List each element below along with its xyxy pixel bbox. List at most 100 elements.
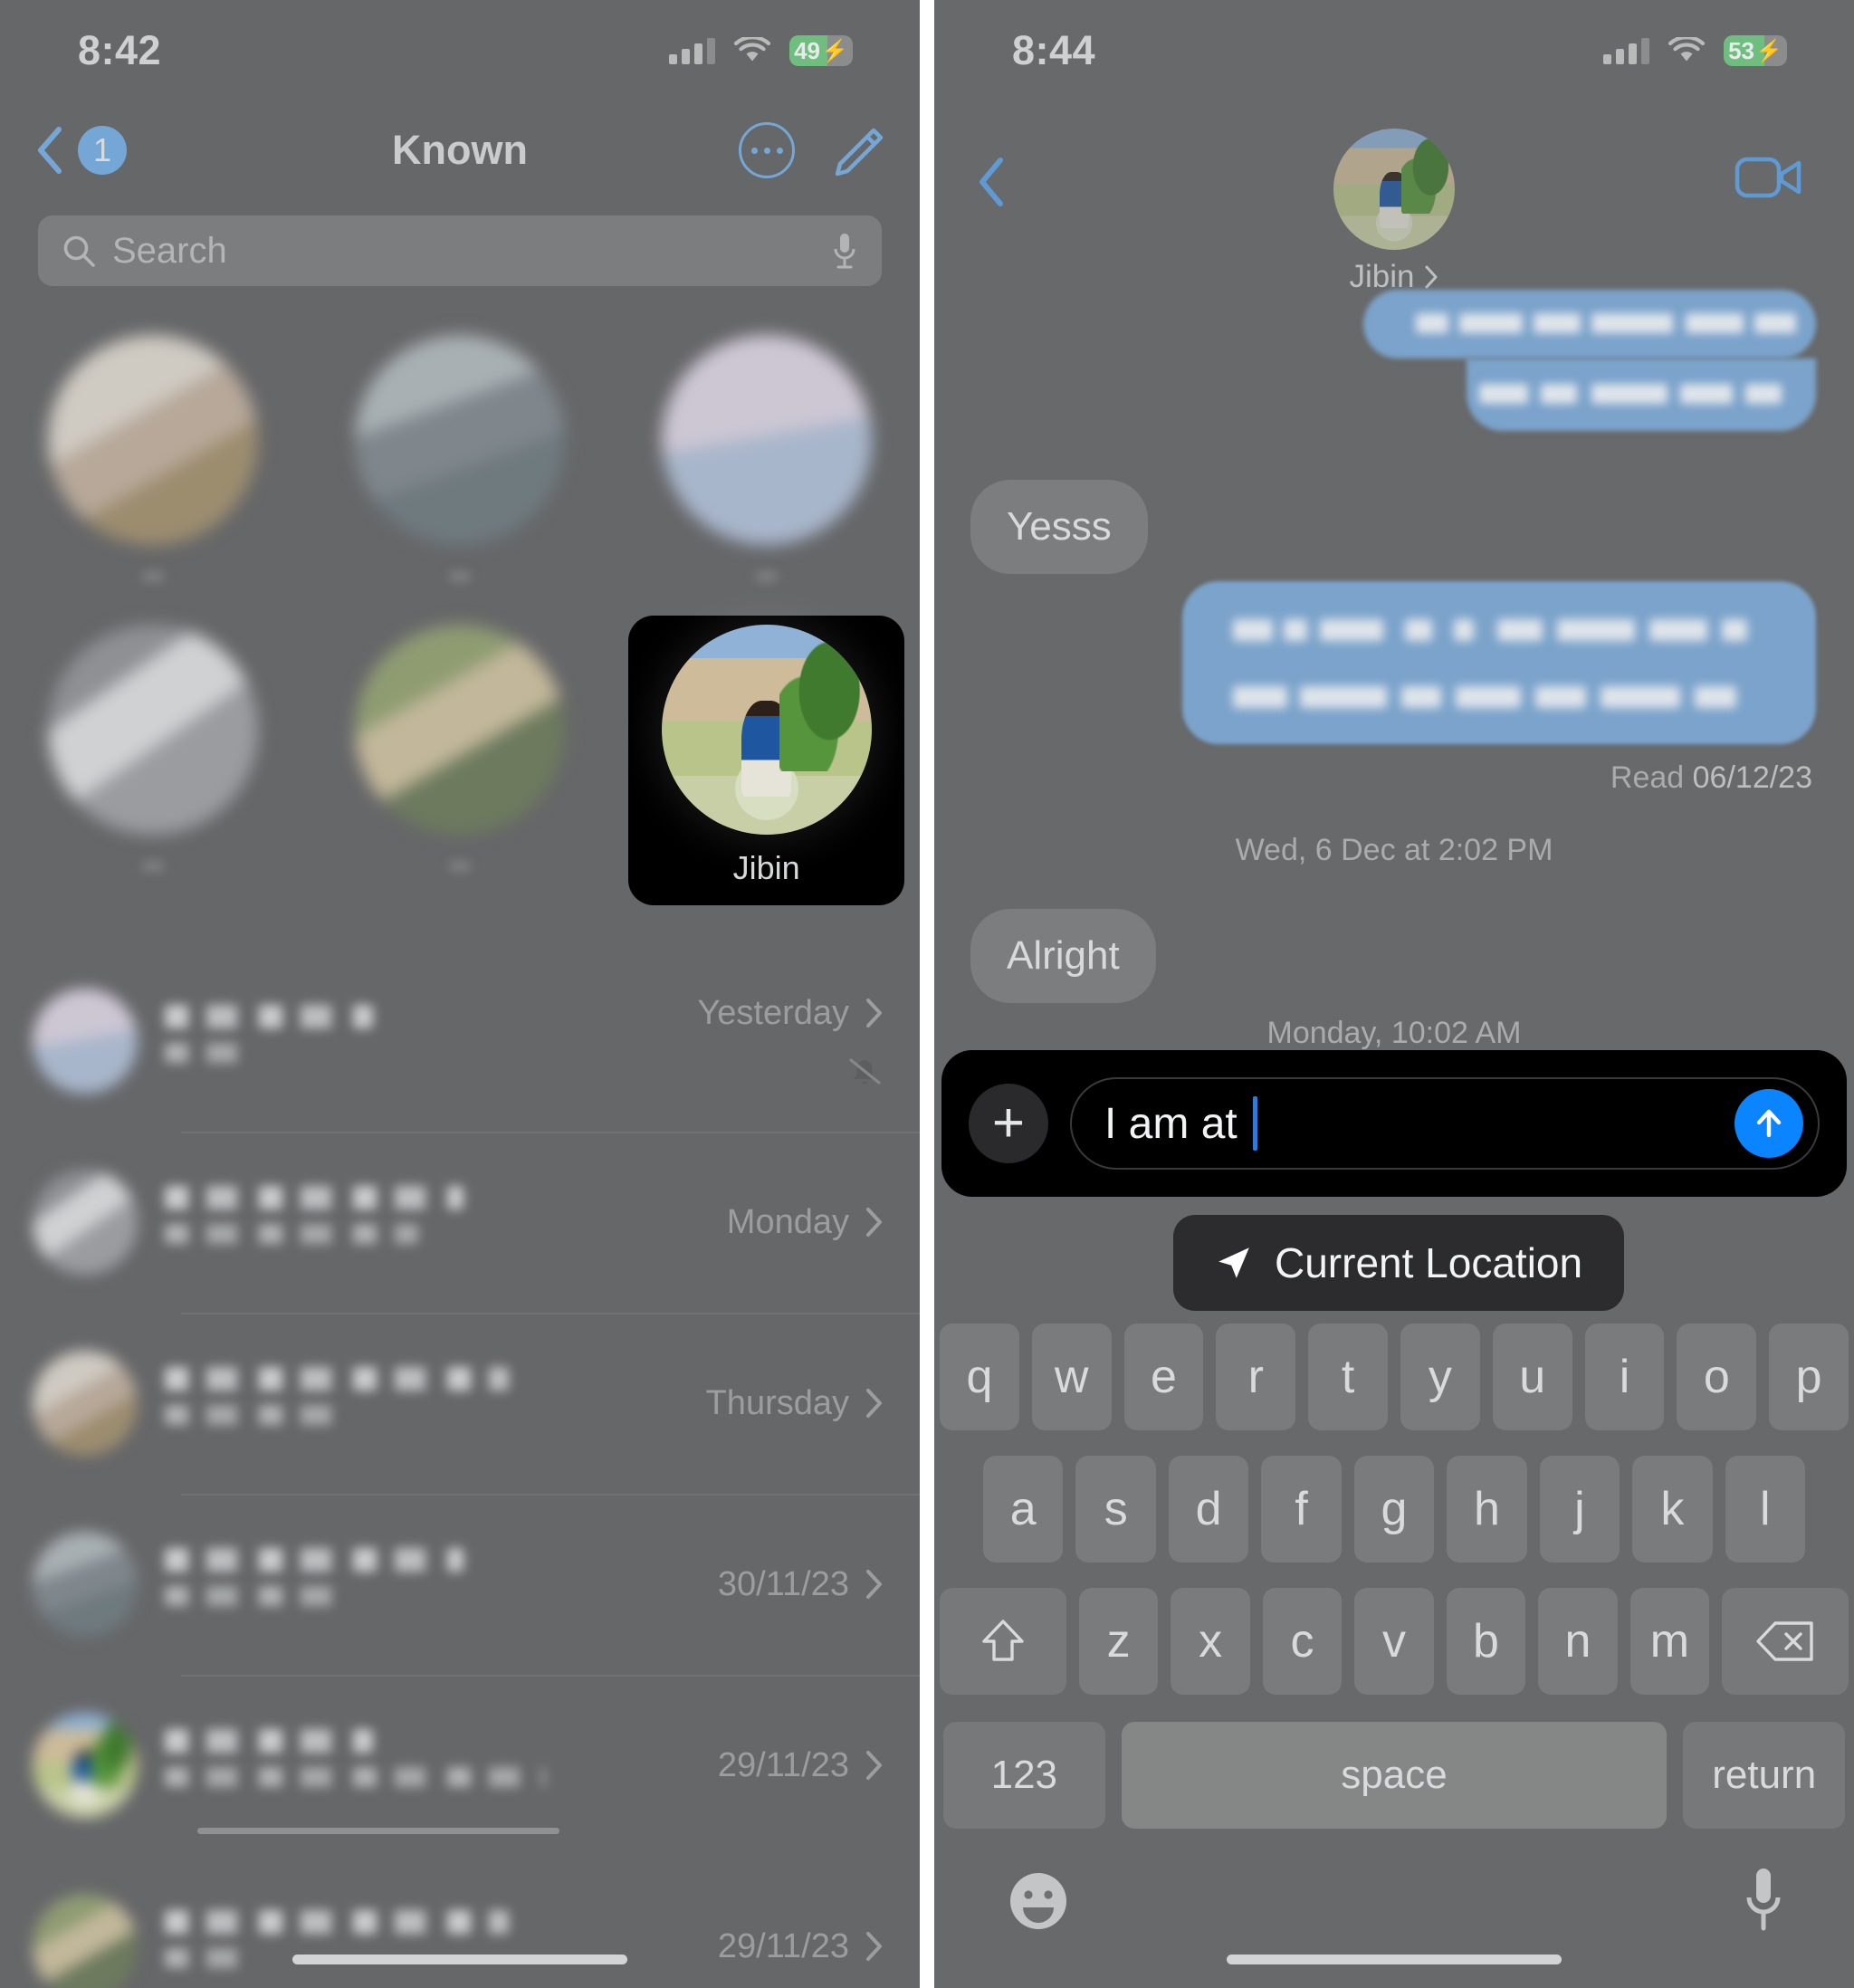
key-c[interactable]: c	[1262, 1588, 1343, 1695]
ellipsis-circle-icon[interactable]	[739, 122, 795, 178]
left-status-bar: 8:42 49 ⚡	[0, 0, 920, 101]
left-phone-screen: 8:42 49 ⚡ 1 Known Search •• •• •• •• •• …	[0, 0, 920, 1988]
pinned-contact-name: ••	[449, 559, 471, 594]
pinned-contact[interactable]: ••	[15, 616, 291, 905]
back-button[interactable]: 1	[34, 125, 127, 176]
wifi-icon	[733, 37, 771, 62]
list-item[interactable]: Yesterday	[0, 951, 920, 1132]
avatar	[1333, 129, 1455, 250]
arrow-up-icon	[1756, 1109, 1782, 1138]
avatar	[33, 1170, 138, 1275]
list-item[interactable]: Monday	[0, 1132, 920, 1313]
avatar	[33, 1713, 138, 1818]
key-t[interactable]: t	[1308, 1324, 1388, 1430]
key-u[interactable]: u	[1492, 1324, 1572, 1430]
message-bubble-outgoing[interactable]	[1363, 290, 1816, 435]
panel-divider	[920, 0, 934, 1988]
pinned-contacts-grid: •• •• •• •• •• Jibin	[0, 326, 920, 923]
microphone-icon[interactable]	[831, 231, 858, 271]
key-h[interactable]: h	[1447, 1456, 1527, 1563]
key-n[interactable]: n	[1538, 1588, 1618, 1695]
battery-indicator: 53 ⚡	[1724, 35, 1787, 66]
location-arrow-icon	[1218, 1247, 1249, 1278]
home-indicator[interactable]	[292, 1955, 627, 1964]
key-w[interactable]: w	[1031, 1324, 1112, 1430]
send-button[interactable]	[1735, 1089, 1803, 1158]
bolt-icon: ⚡	[821, 38, 848, 63]
key-p[interactable]: p	[1769, 1324, 1849, 1430]
key-y[interactable]: y	[1400, 1324, 1480, 1430]
pinned-contact-jibin[interactable]: Jibin	[628, 616, 905, 905]
key-space[interactable]: space	[1121, 1722, 1668, 1829]
plus-icon[interactable]: +	[969, 1084, 1048, 1163]
delete-icon[interactable]	[1722, 1588, 1849, 1695]
on-screen-keyboard: q w e r t y u i o p a s d f g h j k l z …	[934, 1324, 1854, 1988]
right-phone-screen: 8:44 53 ⚡ Jibin Yesss Read 06/12/23 Wed,…	[934, 0, 1854, 1988]
key-z[interactable]: z	[1078, 1588, 1159, 1695]
key-q[interactable]: q	[940, 1324, 1019, 1430]
battery-level: 49	[794, 36, 821, 64]
key-o[interactable]: o	[1677, 1324, 1757, 1430]
search-input[interactable]: Search	[38, 215, 882, 286]
key-f[interactable]: f	[1261, 1456, 1342, 1563]
chevron-left-icon	[38, 127, 62, 174]
conversation-list: Yesterday Monday Thursday 30/11/23 29/11…	[0, 951, 920, 1988]
chevron-right-icon	[866, 1751, 882, 1780]
pinned-contact[interactable]: ••	[628, 326, 904, 616]
home-indicator[interactable]	[1227, 1955, 1562, 1964]
search-placeholder: Search	[112, 230, 227, 271]
conversation-header: Jibin	[934, 101, 1854, 294]
keyboard-row-1: q w e r t y u i o p	[934, 1324, 1854, 1430]
key-g[interactable]: g	[1353, 1456, 1435, 1563]
message-bubble-outgoing[interactable]	[1182, 581, 1816, 744]
conversation-timestamp: 29/11/23	[717, 1745, 849, 1784]
unread-badge: 1	[78, 126, 127, 175]
list-item[interactable]: Thursday	[0, 1313, 920, 1494]
status-time: 8:42	[78, 27, 162, 73]
key-return[interactable]: return	[1683, 1722, 1846, 1829]
pinned-contact[interactable]: ••	[321, 616, 597, 905]
read-receipt: Read 06/12/23	[1610, 760, 1812, 796]
avatar	[661, 625, 872, 835]
message-bubble-incoming[interactable]: Alright	[958, 909, 1156, 1003]
key-a[interactable]: a	[983, 1456, 1064, 1563]
microphone-icon[interactable]	[1744, 1865, 1783, 1937]
video-camera-icon[interactable]	[1735, 154, 1803, 201]
chevron-right-icon	[866, 1932, 882, 1961]
pinned-contact[interactable]: ••	[15, 326, 291, 616]
pinned-row-1: •• •• ••	[0, 326, 920, 616]
key-m[interactable]: m	[1629, 1588, 1710, 1695]
read-receipt-label: Read	[1610, 760, 1685, 795]
current-location-suggestion[interactable]: Current Location	[1173, 1215, 1625, 1311]
message-bubble-incoming[interactable]: Yesss	[958, 480, 1148, 574]
right-status-bar: 8:44 53 ⚡	[934, 0, 1854, 101]
emoji-icon[interactable]	[1005, 1868, 1072, 1935]
list-item[interactable]: 29/11/23	[0, 1856, 920, 1988]
key-numbers[interactable]: 123	[943, 1722, 1105, 1829]
shift-icon[interactable]	[940, 1588, 1066, 1695]
key-b[interactable]: b	[1446, 1588, 1526, 1695]
key-j[interactable]: j	[1539, 1456, 1620, 1563]
compose-icon[interactable]	[831, 123, 885, 177]
key-r[interactable]: r	[1216, 1324, 1296, 1430]
list-item[interactable]: 30/11/23	[0, 1494, 920, 1675]
avatar	[33, 1894, 138, 1988]
key-k[interactable]: k	[1632, 1456, 1713, 1563]
key-e[interactable]: e	[1123, 1324, 1204, 1430]
key-i[interactable]: i	[1584, 1324, 1665, 1430]
key-d[interactable]: d	[1168, 1456, 1249, 1563]
key-v[interactable]: v	[1354, 1588, 1434, 1695]
message-input-field[interactable]: I am at	[1070, 1077, 1820, 1170]
pinned-contact[interactable]: ••	[321, 326, 597, 616]
key-x[interactable]: x	[1171, 1588, 1250, 1695]
status-indicators: 49 ⚡	[669, 35, 853, 66]
keyboard-bottom-row	[934, 1829, 1854, 1937]
message-input-bar: + I am at	[941, 1050, 1847, 1197]
key-l[interactable]: l	[1725, 1456, 1805, 1563]
day-timestamp: Wed, 6 Dec at 2:02 PM	[1235, 833, 1553, 867]
avatar	[33, 1351, 138, 1456]
contact-summary[interactable]: Jibin	[934, 129, 1854, 295]
read-receipt-timestamp: 06/12/23	[1692, 760, 1812, 795]
key-s[interactable]: s	[1075, 1456, 1156, 1563]
scroll-indicator[interactable]	[197, 1828, 559, 1834]
